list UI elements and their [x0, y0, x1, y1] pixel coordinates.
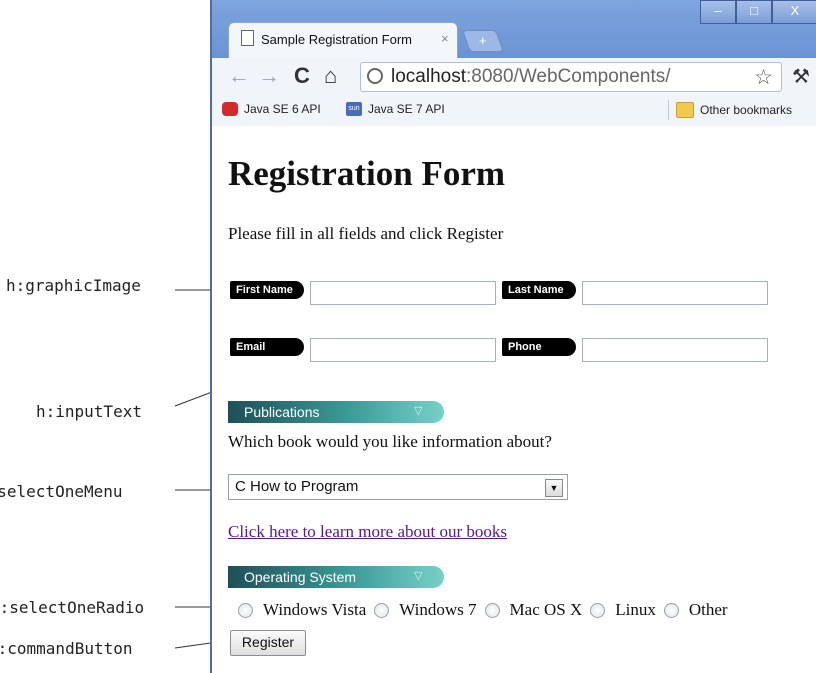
back-icon[interactable]: ← — [228, 64, 250, 88]
radio-circle[interactable] — [374, 602, 390, 618]
email-input[interactable] — [310, 338, 496, 362]
os-radio-option[interactable]: Windows Vista — [238, 600, 366, 620]
callout-input-text: h:inputText — [36, 402, 142, 421]
os-radio-option[interactable]: Linux — [590, 600, 656, 620]
new-tab-button[interactable]: + — [461, 30, 505, 52]
browser-tab[interactable]: Sample Registration Form × — [228, 22, 458, 61]
os-radio-option[interactable]: Mac OS X — [484, 600, 583, 620]
radio-circle[interactable] — [238, 602, 253, 618]
page-icon — [241, 30, 254, 46]
phone-image: Phone — [502, 338, 576, 356]
sun-icon: sun — [346, 102, 362, 116]
last-name-input[interactable] — [582, 281, 768, 305]
java-icon — [222, 102, 238, 116]
plus-icon: + — [479, 33, 487, 48]
os-radio-label: Other — [688, 600, 728, 619]
publications-banner: Publications ▽ — [228, 401, 444, 423]
other-bookmarks[interactable]: Other bookmarks — [676, 102, 792, 118]
page-content: Registration Form Please fill in all fie… — [212, 126, 816, 673]
bookmark-java-se-6[interactable]: Java SE 6 API — [222, 102, 321, 116]
os-radio-option[interactable]: Windows 7 — [374, 600, 477, 620]
dropdown-arrow-icon[interactable]: ▼ — [545, 479, 563, 497]
folder-icon — [676, 102, 694, 118]
url-text: localhost:8080/WebComponents/ — [391, 66, 671, 88]
radio-circle[interactable] — [590, 602, 606, 618]
last-name-image: Last Name — [502, 281, 576, 299]
callout-graphic-image: h:graphicImage — [6, 276, 141, 295]
chevron-down-icon: ▽ — [414, 405, 423, 417]
maximize-button[interactable]: □ — [736, 0, 772, 24]
intro-text: Please fill in all fields and click Regi… — [228, 224, 504, 243]
home-icon[interactable]: ⌂ — [324, 64, 337, 88]
other-bookmarks-label: Other bookmarks — [700, 103, 793, 117]
reload-icon[interactable]: C — [294, 64, 310, 88]
os-radio-group: Windows Vista Windows 7 Mac OS X Linux O… — [238, 599, 736, 621]
bookmarks-bar: Java SE 6 API sun Java SE 7 API Other bo… — [212, 94, 816, 127]
os-radio-option[interactable]: Other — [663, 600, 728, 620]
phone-input[interactable] — [582, 338, 768, 362]
callout-select-one-radio: h:selectOneRadio — [0, 598, 145, 617]
title-bar: Sample Registration Form × + ‒ □ X — [212, 0, 816, 61]
bookmark-label: Java SE 6 API — [244, 102, 321, 116]
tab-title: Sample Registration Form — [261, 32, 412, 47]
callout-select-one-menu: h:selectOneMenu — [0, 482, 123, 501]
globe-icon — [367, 68, 383, 84]
radio-circle[interactable] — [663, 602, 679, 618]
callout-command-button: h:commandButton — [0, 639, 133, 658]
os-radio-label: Linux — [615, 600, 656, 619]
nav-toolbar: ← → C ⌂ localhost:8080/WebComponents/ ☆ … — [212, 58, 816, 95]
os-radio-label: Windows Vista — [263, 600, 367, 619]
bookmark-java-se-7[interactable]: sun Java SE 7 API — [346, 102, 445, 116]
url-path: :8080/WebComponents/ — [466, 66, 671, 87]
forward-icon[interactable]: → — [258, 64, 280, 88]
minimize-button[interactable]: ‒ — [700, 0, 736, 24]
page-title: Registration Form — [228, 154, 506, 193]
email-image: Email — [230, 338, 304, 356]
close-window-button[interactable]: X — [772, 0, 816, 24]
os-radio-label: Mac OS X — [509, 600, 583, 619]
wrench-icon[interactable]: ⚒ — [792, 64, 810, 89]
radio-circle[interactable] — [484, 602, 500, 618]
first-name-image: First Name — [230, 281, 304, 299]
browser-window: Sample Registration Form × + ‒ □ X ← → C… — [210, 0, 816, 673]
address-bar[interactable]: localhost:8080/WebComponents/ ☆ — [360, 62, 782, 92]
bookmark-star-icon[interactable]: ☆ — [754, 65, 773, 90]
os-radio-label: Windows 7 — [399, 600, 477, 619]
banner-label: Operating System — [244, 569, 357, 585]
os-banner: Operating System ▽ — [228, 566, 444, 588]
book-question: Which book would you like information ab… — [228, 432, 552, 451]
book-select-value: C How to Program — [235, 478, 359, 495]
register-button[interactable]: Register — [230, 630, 306, 656]
url-host: localhost — [391, 66, 466, 87]
bookmark-separator — [668, 100, 669, 120]
book-select[interactable]: C How to Program ▼ — [228, 474, 568, 500]
books-link[interactable]: Click here to learn more about our books — [228, 522, 507, 542]
first-name-input[interactable] — [310, 281, 496, 305]
chevron-down-icon: ▽ — [414, 570, 423, 582]
close-tab-icon[interactable]: × — [441, 31, 449, 46]
bookmark-label: Java SE 7 API — [368, 102, 445, 116]
banner-label: Publications — [244, 404, 320, 420]
